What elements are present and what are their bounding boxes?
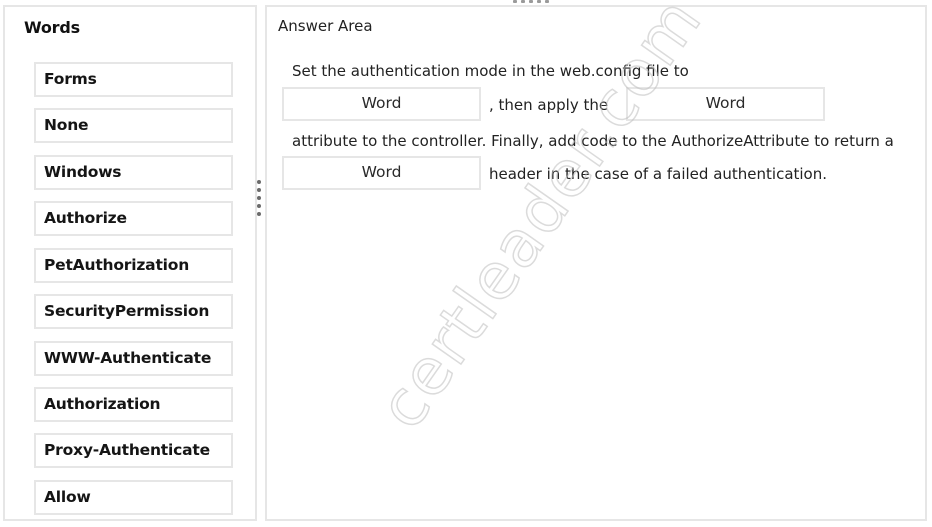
word-item-www-authenticate[interactable]: WWW-Authenticate <box>34 341 233 376</box>
word-item-petauthorization[interactable]: PetAuthorization <box>34 248 233 283</box>
words-panel: Words Forms None Windows Authorize PetAu… <box>3 5 257 521</box>
splitter-dot <box>257 180 261 184</box>
words-panel-title: Words <box>24 18 80 37</box>
sentence-line-1: Set the authentication mode in the web.c… <box>292 62 689 80</box>
sentence-line-4: header in the case of a failed authentic… <box>489 165 828 183</box>
handle-dot <box>537 0 541 3</box>
word-item-authorize[interactable]: Authorize <box>34 201 233 236</box>
sentence-line-2: , then apply the <box>489 96 609 114</box>
answer-slot-2[interactable]: Word <box>626 87 825 121</box>
sentence-line-3: attribute to the controller. Finally, ad… <box>292 132 894 150</box>
handle-dot <box>545 0 549 3</box>
splitter-dot <box>257 204 261 208</box>
panel-splitter-handle[interactable] <box>256 180 262 216</box>
top-drag-handle-icon[interactable] <box>513 0 549 3</box>
word-item-allow[interactable]: Allow <box>34 480 233 515</box>
word-item-proxy-authenticate[interactable]: Proxy-Authenticate <box>34 433 233 468</box>
answer-area-title: Answer Area <box>278 17 373 35</box>
handle-dot <box>513 0 517 3</box>
word-item-authorization[interactable]: Authorization <box>34 387 233 422</box>
splitter-dot <box>257 212 261 216</box>
word-item-forms[interactable]: Forms <box>34 62 233 97</box>
word-item-none[interactable]: None <box>34 108 233 143</box>
answer-area-panel: Answer Area Set the authentication mode … <box>265 5 927 521</box>
handle-dot <box>529 0 533 3</box>
handle-dot <box>521 0 525 3</box>
splitter-dot <box>257 188 261 192</box>
word-item-securitypermission[interactable]: SecurityPermission <box>34 294 233 329</box>
splitter-dot <box>257 196 261 200</box>
answer-slot-1[interactable]: Word <box>282 87 481 121</box>
answer-slot-3[interactable]: Word <box>282 156 481 190</box>
word-item-windows[interactable]: Windows <box>34 155 233 190</box>
